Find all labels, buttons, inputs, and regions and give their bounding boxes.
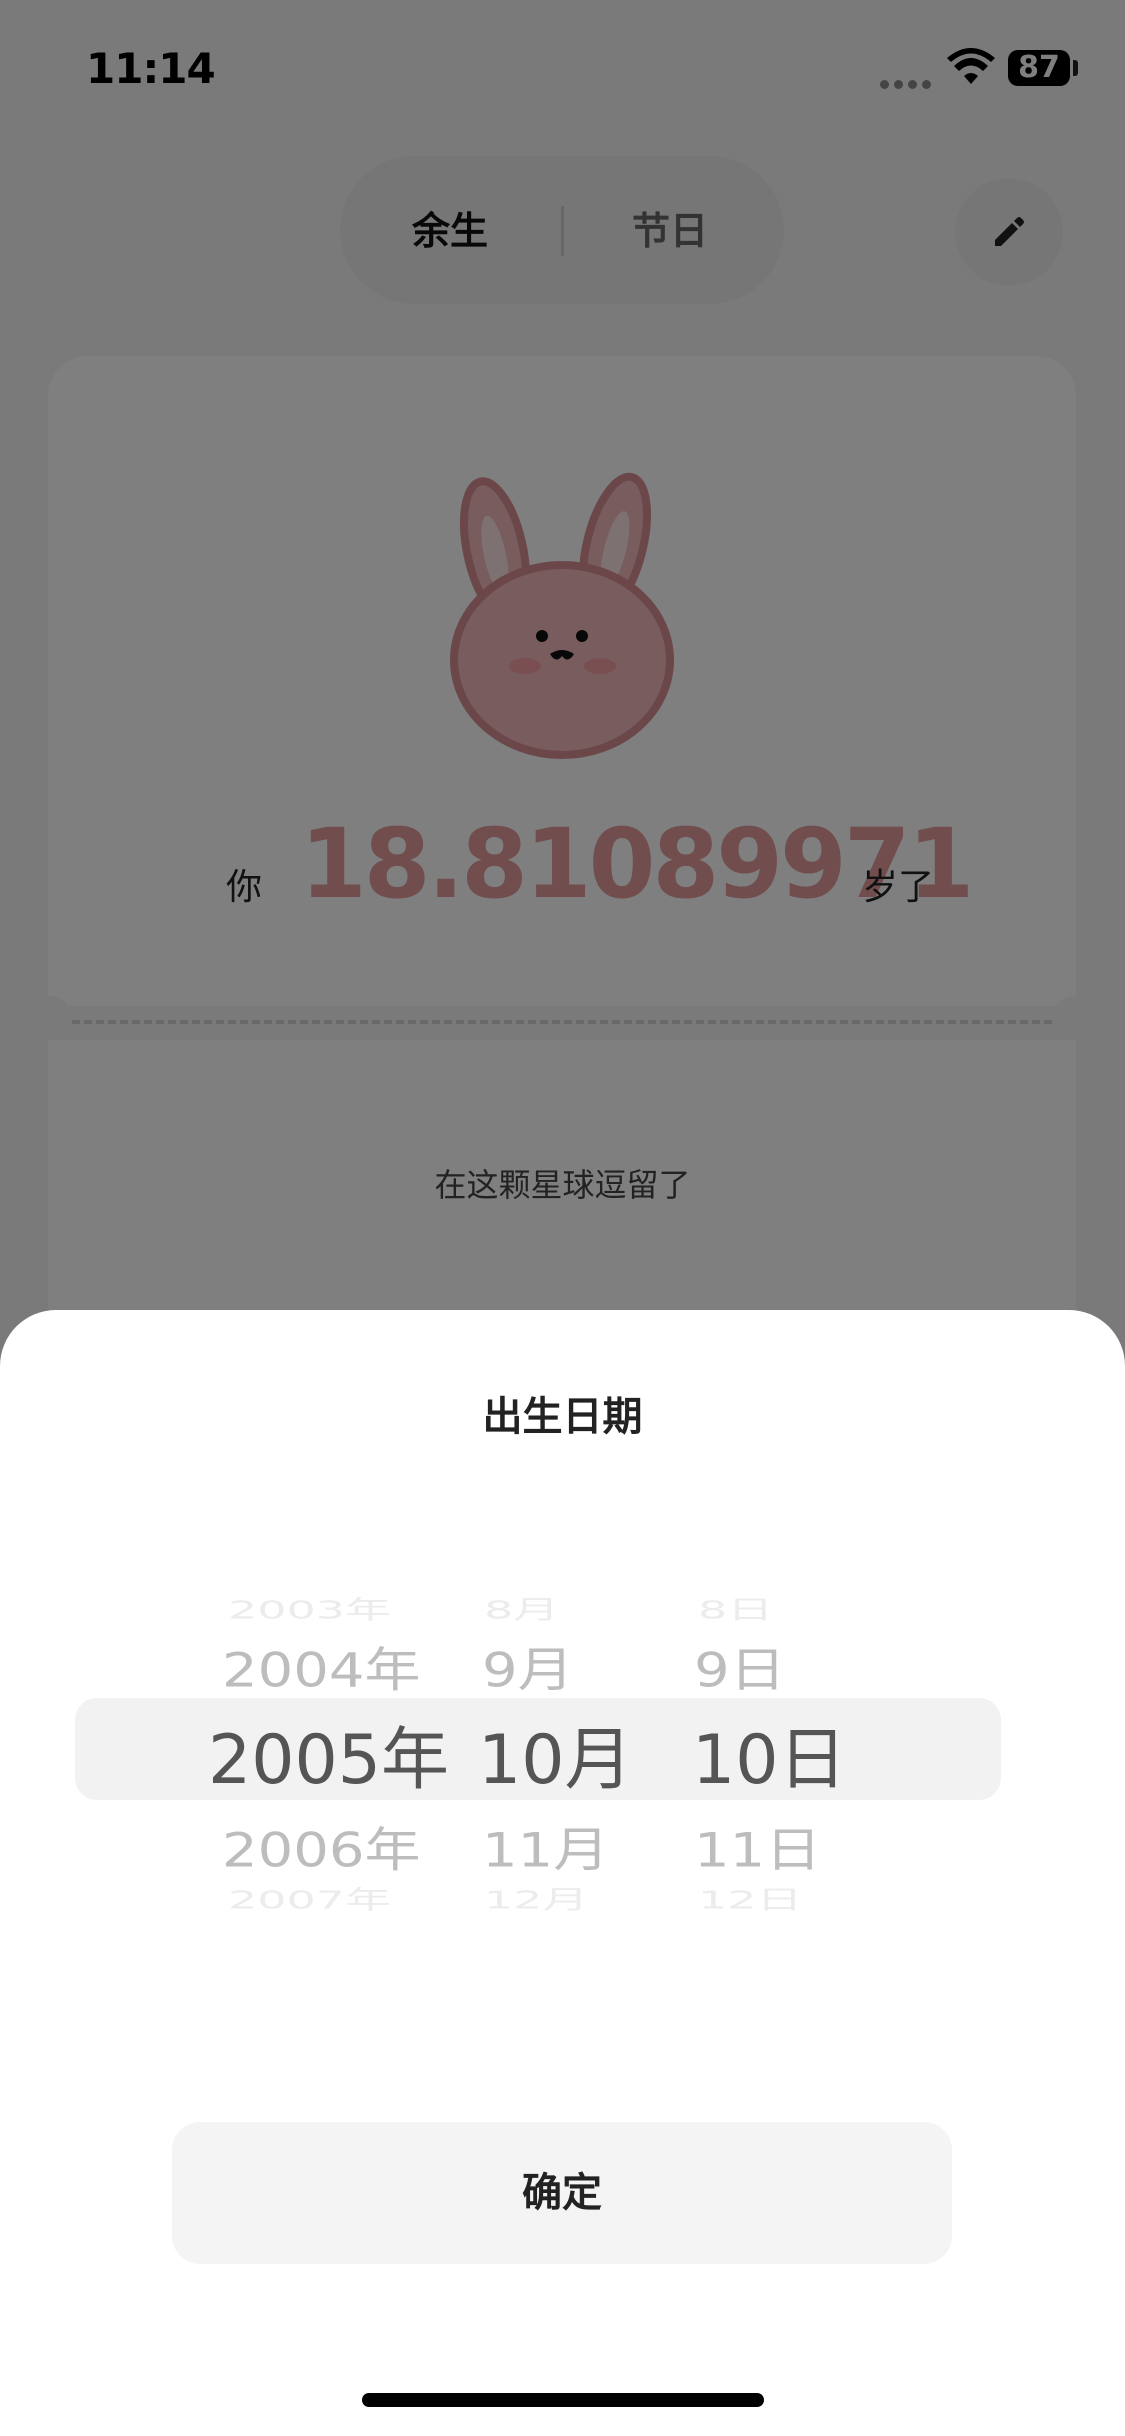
- month-option[interactable]: 11月: [482, 1812, 609, 1881]
- day-option[interactable]: 11日: [694, 1812, 821, 1881]
- date-picker[interactable]: 2003年 2004年 2005年 2006年 2007年 8月 9月 10月 …: [0, 1560, 1125, 1920]
- day-option[interactable]: 12日: [698, 1880, 803, 1916]
- day-option[interactable]: 9日: [694, 1632, 786, 1701]
- month-option[interactable]: 8月: [484, 1590, 559, 1626]
- year-option[interactable]: 2004年: [222, 1632, 421, 1701]
- day-option[interactable]: 8日: [698, 1590, 773, 1626]
- year-option[interactable]: 2007年: [228, 1880, 391, 1916]
- year-column[interactable]: 2003年 2004年 2005年 2006年 2007年: [208, 1560, 449, 1920]
- confirm-button[interactable]: 确定: [172, 2122, 952, 2264]
- month-option[interactable]: 9月: [482, 1632, 574, 1701]
- month-option[interactable]: 12月: [484, 1880, 589, 1916]
- sheet-title: 出生日期: [482, 1394, 643, 1440]
- day-option-selected[interactable]: 10日: [692, 1704, 847, 1803]
- year-option[interactable]: 2003年: [228, 1590, 391, 1626]
- month-option-selected[interactable]: 10月: [478, 1704, 633, 1803]
- day-column[interactable]: 8日 9日 10日 11日 12日: [692, 1560, 847, 1920]
- month-column[interactable]: 8月 9月 10月 11月 12月: [478, 1560, 633, 1920]
- year-option-selected[interactable]: 2005年: [208, 1704, 449, 1803]
- home-indicator[interactable]: [362, 2393, 764, 2407]
- year-option[interactable]: 2006年: [222, 1812, 421, 1881]
